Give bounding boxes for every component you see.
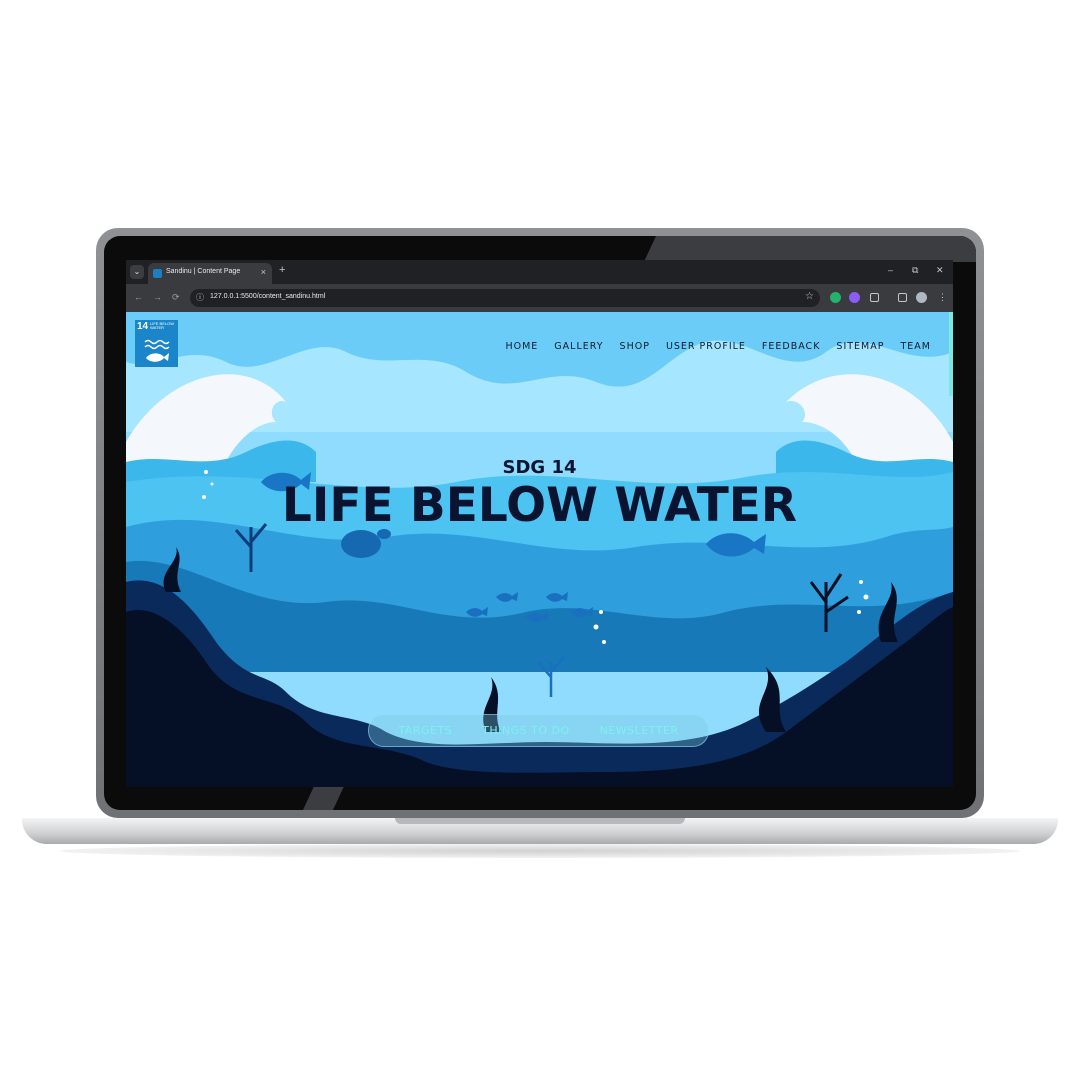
menu-kebab-icon[interactable]: ⋮ [938, 292, 947, 303]
web-page: 14 LIFE BELOW WATER HOME GALLERY SHOP US… [126, 312, 953, 787]
pill-newsletter[interactable]: NEWSLETTER [600, 724, 679, 737]
browser-window: ⌄ Sandinu | Content Page × + – ⧉ ✕ ← → ⟳… [126, 260, 953, 787]
side-panel-icon[interactable] [898, 293, 907, 302]
tab-close-icon[interactable]: × [261, 267, 266, 277]
back-icon[interactable]: ← [134, 292, 143, 302]
minimize-button[interactable]: – [888, 265, 893, 275]
nav-user-profile[interactable]: USER PROFILE [666, 341, 746, 352]
extension-green-icon[interactable] [830, 292, 841, 303]
profile-avatar[interactable] [916, 292, 927, 303]
laptop-shadow [60, 844, 1020, 858]
laptop-notch [395, 818, 685, 824]
sdg14-logo[interactable]: 14 LIFE BELOW WATER [135, 320, 178, 367]
reload-icon[interactable]: ⟳ [172, 292, 180, 303]
tab-bar: ⌄ Sandinu | Content Page × + – ⧉ ✕ [126, 260, 953, 284]
bezel-glare [643, 236, 976, 262]
extension-purple-icon[interactable] [849, 292, 860, 303]
pill-targets[interactable]: TARGETS [398, 724, 452, 737]
address-bar[interactable]: ⓘ 127.0.0.1:5500/content_sandinu.html ☆ [190, 289, 820, 307]
favicon-icon [153, 269, 162, 278]
hero-title: LIFE BELOW WATER [281, 478, 798, 533]
nav-shop[interactable]: SHOP [620, 341, 650, 352]
nav-gallery[interactable]: GALLERY [554, 341, 603, 352]
extensions-puzzle-icon[interactable] [870, 293, 879, 302]
toolbar: ← → ⟳ ⓘ 127.0.0.1:5500/content_sandinu.h… [126, 284, 953, 312]
pill-things-to-do[interactable]: THINGS TO DO [482, 724, 569, 737]
tab-title: Sandinu | Content Page [166, 268, 241, 275]
tab-active[interactable]: Sandinu | Content Page × [148, 263, 272, 284]
nav-sitemap[interactable]: SITEMAP [836, 341, 884, 352]
nav-feedback[interactable]: FEEDBACK [762, 341, 821, 352]
nav-home[interactable]: HOME [505, 341, 538, 352]
nav-team[interactable]: TEAM [900, 341, 931, 352]
new-tab-button[interactable]: + [279, 264, 285, 276]
fish-waves-icon [144, 339, 170, 362]
forward-icon[interactable]: → [153, 292, 162, 302]
section-pill-nav: TARGETS THINGS TO DO NEWSLETTER [368, 714, 709, 747]
url-text: 127.0.0.1:5500/content_sandinu.html [210, 293, 326, 300]
page-scrollbar[interactable] [949, 312, 953, 396]
bookmark-star-icon[interactable]: ☆ [805, 291, 814, 302]
close-window-button[interactable]: ✕ [936, 265, 944, 276]
tab-search-icon[interactable]: ⌄ [130, 265, 144, 279]
restore-button[interactable]: ⧉ [912, 265, 918, 276]
main-nav: HOME GALLERY SHOP USER PROFILE FEEDBACK … [505, 341, 931, 352]
bezel-glare-bottom [302, 784, 346, 810]
hero-subtitle: SDG 14 [502, 457, 577, 478]
site-info-icon[interactable]: ⓘ [196, 292, 204, 303]
